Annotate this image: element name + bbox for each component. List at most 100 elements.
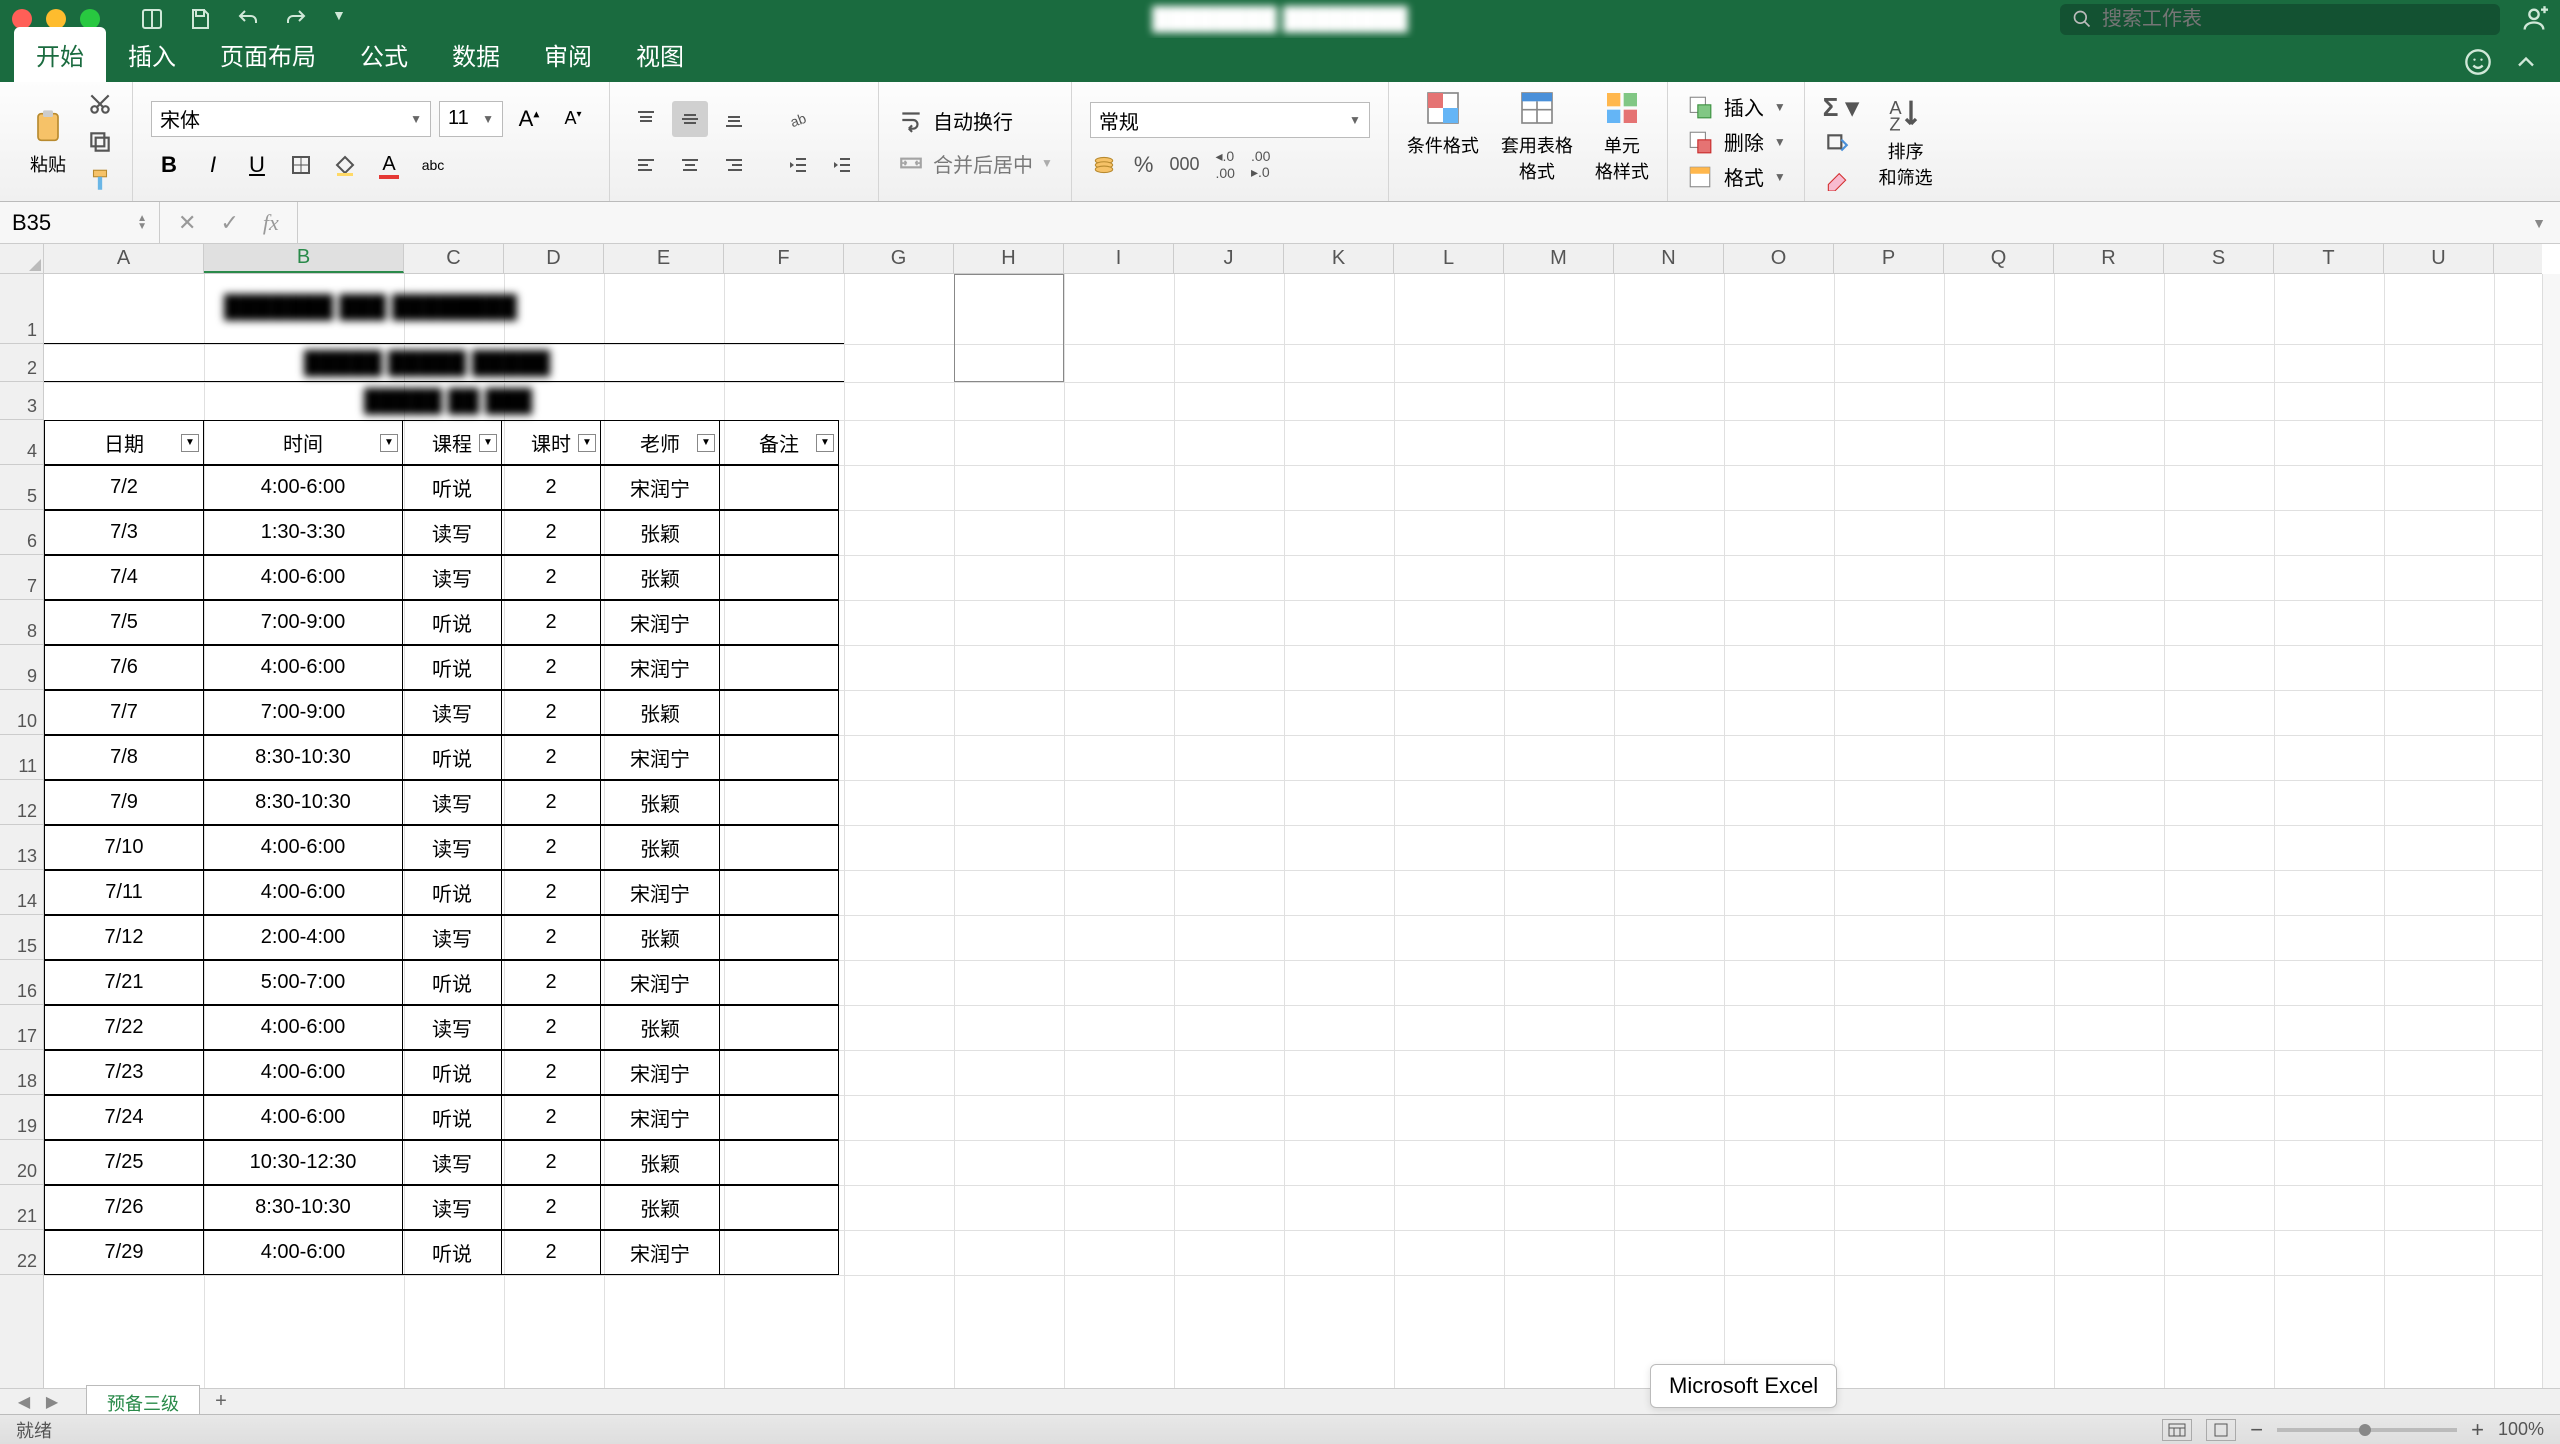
col-header-U[interactable]: U — [2384, 244, 2494, 273]
page-layout-view-icon[interactable] — [2206, 1419, 2236, 1441]
table-header-cell[interactable]: 备注▼ — [719, 420, 839, 465]
table-cell[interactable]: 7/4 — [44, 555, 204, 600]
table-cell[interactable]: 读写 — [402, 510, 502, 555]
table-cell[interactable]: 张颖 — [600, 690, 720, 735]
fx-icon[interactable]: fx — [263, 210, 279, 236]
table-cell[interactable]: 读写 — [402, 1185, 502, 1230]
table-row[interactable]: 7/88:30-10:30听说2宋润宁 — [44, 735, 838, 779]
row-header-6[interactable]: 6 — [0, 510, 43, 555]
column-headers[interactable]: ABCDEFGHIJKLMNOPQRSTU — [44, 244, 2542, 274]
search-input[interactable] — [2102, 8, 2488, 31]
number-format-select[interactable]: 常规▼ — [1090, 102, 1370, 138]
table-row[interactable]: 7/224:00-6:00读写2张颖 — [44, 1005, 838, 1049]
search-box[interactable] — [2060, 4, 2500, 35]
clear-icon[interactable] — [1823, 165, 1851, 191]
table-cell[interactable]: 7/11 — [44, 870, 204, 915]
row-header-3[interactable]: 3 — [0, 382, 43, 420]
table-cell[interactable]: 宋润宁 — [600, 465, 720, 510]
table-cell[interactable]: 宋润宁 — [600, 1050, 720, 1095]
table-cell[interactable]: 4:00-6:00 — [203, 1050, 403, 1095]
table-cell[interactable]: 2 — [501, 1050, 601, 1095]
decrease-font-icon[interactable]: A▾ — [555, 101, 591, 137]
table-row[interactable]: 7/104:00-6:00读写2张颖 — [44, 825, 838, 869]
table-cell[interactable]: 2 — [501, 870, 601, 915]
table-cell[interactable]: 7/24 — [44, 1095, 204, 1140]
col-header-R[interactable]: R — [2054, 244, 2164, 273]
tab-prev-icon[interactable]: ◀ — [10, 1391, 38, 1413]
col-header-H[interactable]: H — [954, 244, 1064, 273]
table-cell[interactable]: 宋润宁 — [600, 870, 720, 915]
table-cell[interactable]: 2 — [501, 1005, 601, 1050]
align-center-icon[interactable] — [672, 147, 708, 183]
table-cell[interactable]: 听说 — [402, 1095, 502, 1140]
table-cell[interactable]: 读写 — [402, 1005, 502, 1050]
table-cell[interactable] — [719, 465, 839, 510]
table-format-button[interactable]: 套用表格 格式 — [1501, 88, 1573, 195]
italic-icon[interactable]: I — [195, 147, 231, 183]
table-cell[interactable]: 2 — [501, 780, 601, 825]
currency-icon[interactable] — [1090, 152, 1118, 178]
filter-dropdown-icon[interactable]: ▼ — [697, 434, 715, 452]
table-cell[interactable]: 张颖 — [600, 555, 720, 600]
autosum-icon[interactable]: Σ ▾ — [1823, 92, 1859, 123]
zoom-in-icon[interactable]: + — [2471, 1417, 2484, 1443]
table-cell[interactable]: 7/8 — [44, 735, 204, 780]
row-headers[interactable]: 12345678910111213141516171819202122 — [0, 274, 44, 1388]
font-size-select[interactable]: 11▼ — [439, 101, 503, 137]
table-cell[interactable]: 张颖 — [600, 780, 720, 825]
table-row[interactable]: 7/122:00-4:00读写2张颖 — [44, 915, 838, 959]
table-row[interactable]: 7/294:00-6:00听说2宋润宁 — [44, 1230, 838, 1274]
table-cell[interactable]: 2 — [501, 1095, 601, 1140]
table-cell[interactable]: 听说 — [402, 870, 502, 915]
table-cell[interactable]: 1:30-3:30 — [203, 510, 403, 555]
table-row[interactable]: 7/77:00-9:00读写2张颖 — [44, 690, 838, 734]
expand-formula-bar-icon[interactable]: ▼ — [2518, 215, 2560, 231]
col-header-C[interactable]: C — [404, 244, 504, 273]
decrease-indent-icon[interactable] — [780, 147, 816, 183]
table-header-cell[interactable]: 课程▼ — [402, 420, 502, 465]
col-header-B[interactable]: B — [204, 244, 404, 273]
conditional-format-button[interactable]: 条件格式 — [1407, 88, 1479, 195]
table-cell[interactable] — [719, 1050, 839, 1095]
table-cell[interactable]: 听说 — [402, 735, 502, 780]
row-header-17[interactable]: 17 — [0, 1005, 43, 1050]
table-cell[interactable]: 7/22 — [44, 1005, 204, 1050]
table-row[interactable]: 7/64:00-6:00听说2宋润宁 — [44, 645, 838, 689]
table-cell[interactable]: 7/10 — [44, 825, 204, 870]
table-cell[interactable] — [719, 960, 839, 1005]
table-cell[interactable]: 宋润宁 — [600, 735, 720, 780]
table-row[interactable]: 7/31:30-3:30读写2张颖 — [44, 510, 838, 554]
col-header-E[interactable]: E — [604, 244, 724, 273]
table-cell[interactable] — [719, 915, 839, 960]
insert-button[interactable]: 插入 — [1724, 92, 1764, 121]
table-cell[interactable]: 7/26 — [44, 1185, 204, 1230]
table-cell[interactable]: 4:00-6:00 — [203, 1095, 403, 1140]
table-cell[interactable]: 7/7 — [44, 690, 204, 735]
close-window-icon[interactable] — [12, 9, 32, 29]
align-bottom-icon[interactable] — [716, 101, 752, 137]
table-row[interactable]: 7/244:00-6:00听说2宋润宁 — [44, 1095, 838, 1139]
table-cell[interactable]: 2 — [501, 825, 601, 870]
font-color-icon[interactable]: A — [371, 147, 407, 183]
col-header-S[interactable]: S — [2164, 244, 2274, 273]
zoom-out-icon[interactable]: − — [2250, 1417, 2263, 1443]
table-cell[interactable]: 8:30-10:30 — [203, 780, 403, 825]
normal-view-icon[interactable] — [2162, 1419, 2192, 1441]
table-cell[interactable]: 读写 — [402, 690, 502, 735]
merge-center-button[interactable]: 合并后居中 — [933, 149, 1033, 178]
col-header-L[interactable]: L — [1394, 244, 1504, 273]
wrap-text-button[interactable]: 自动换行 — [933, 106, 1013, 135]
table-cell[interactable] — [719, 1095, 839, 1140]
row-header-5[interactable]: 5 — [0, 465, 43, 510]
align-right-icon[interactable] — [716, 147, 752, 183]
row-header-2[interactable]: 2 — [0, 344, 43, 382]
table-cell[interactable]: 听说 — [402, 1050, 502, 1095]
table-cell[interactable]: 2 — [501, 915, 601, 960]
table-cell[interactable]: 读写 — [402, 555, 502, 600]
col-header-O[interactable]: O — [1724, 244, 1834, 273]
table-cell[interactable] — [719, 690, 839, 735]
row-header-19[interactable]: 19 — [0, 1095, 43, 1140]
formula-input[interactable] — [297, 202, 2518, 243]
ribbon-tab-数据[interactable]: 数据 — [430, 27, 522, 82]
table-cell[interactable]: 张颖 — [600, 510, 720, 555]
